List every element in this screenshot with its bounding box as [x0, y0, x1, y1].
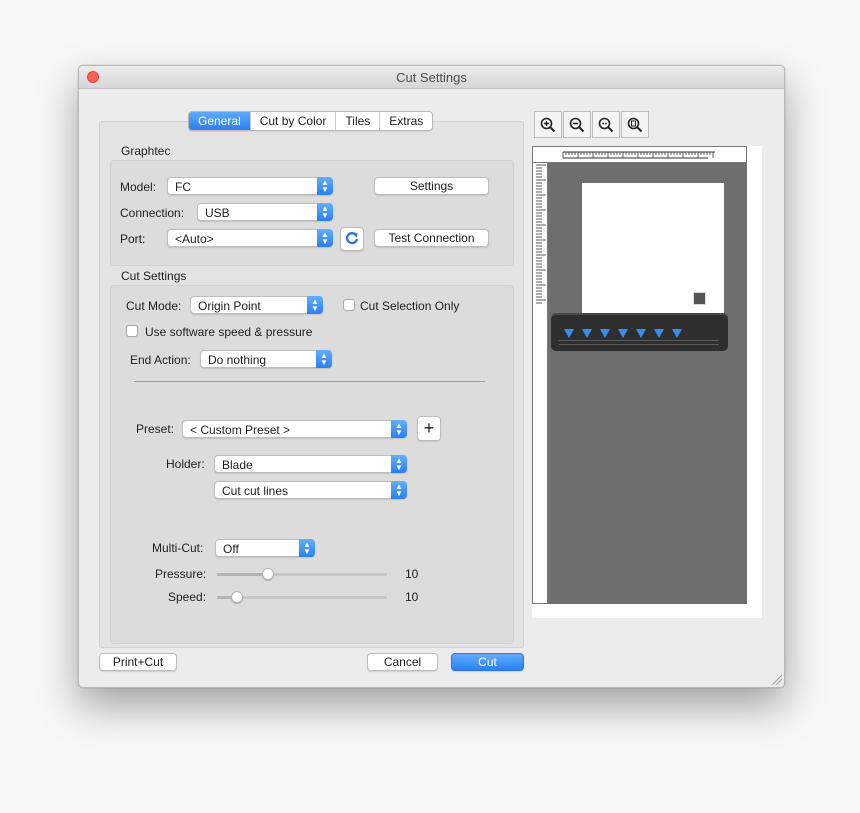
cut-mode-label: Cut Mode:	[126, 299, 182, 313]
roller-icon	[618, 329, 628, 338]
preset-select-value: < Custom Preset >	[190, 423, 291, 437]
chevron-updown-icon: ▲ ▼	[299, 539, 315, 557]
roller-icon	[672, 329, 682, 338]
zoom-page-button[interactable]	[621, 111, 649, 138]
speed-value: 10	[405, 590, 419, 604]
roller-icon	[582, 329, 592, 338]
chevron-updown-icon: ▲ ▼	[391, 481, 407, 499]
zoom-fit-icon	[598, 117, 614, 133]
zoom-in-icon	[540, 117, 556, 133]
preset-label: Preset:	[136, 422, 175, 436]
add-preset-button[interactable]: +	[417, 416, 441, 441]
tab-cut-by-color[interactable]: Cut by Color	[249, 112, 336, 130]
holder-select-value: Blade	[222, 458, 253, 472]
window-title: Cut Settings	[396, 70, 467, 85]
pressure-slider[interactable]	[217, 568, 387, 580]
graphtec-group-title: Graphtec	[121, 144, 171, 158]
roller-icon	[564, 329, 574, 338]
multicut-label: Multi-Cut:	[152, 541, 204, 555]
roller-icon	[654, 329, 664, 338]
ruler-ticks-vertical	[536, 164, 546, 304]
settings-panel: Graphtec Model: FC ▲ ▼ Settings Connectio…	[99, 121, 524, 648]
chevron-updown-icon: ▲ ▼	[391, 420, 407, 438]
holder-select[interactable]: Blade ▲ ▼	[214, 455, 407, 473]
chevron-updown-icon: ▲ ▼	[307, 296, 323, 314]
zoom-in-button[interactable]	[534, 111, 562, 138]
pressure-slider-fill	[217, 573, 268, 576]
speed-slider[interactable]	[217, 591, 387, 603]
tab-tiles[interactable]: Tiles	[335, 112, 379, 130]
plus-icon: +	[423, 418, 435, 438]
tab-bar: General Cut by Color Tiles Extras	[188, 111, 434, 131]
speed-slider-knob[interactable]	[231, 591, 243, 603]
preset-select[interactable]: < Custom Preset > ▲ ▼	[182, 420, 407, 438]
cut-settings-group: Cut Mode: Origin Point ▲ ▼ Cut Selection …	[110, 285, 514, 644]
cutter-head	[693, 292, 706, 305]
refresh-ports-button[interactable]	[340, 227, 364, 251]
cut-settings-group-title: Cut Settings	[121, 269, 187, 283]
end-action-label: End Action:	[130, 353, 191, 367]
print-cut-button[interactable]: Print+Cut	[99, 653, 177, 671]
ruler-horizontal	[532, 146, 747, 163]
graphtec-group: Model: FC ▲ ▼ Settings Connection: USB ▲ ▼…	[110, 160, 514, 266]
title-bar[interactable]: Cut Settings	[79, 66, 784, 89]
port-select-value: <Auto>	[175, 232, 214, 246]
connection-label: Connection:	[120, 206, 185, 220]
chevron-updown-icon: ▲ ▼	[391, 455, 407, 473]
use-software-speed-label: Use software speed & pressure	[145, 325, 313, 339]
tab-general[interactable]: General	[189, 112, 250, 130]
ruler-ticks-horizontal	[562, 151, 715, 159]
resize-grip-icon[interactable]	[770, 673, 782, 685]
cut-button[interactable]: Cut	[451, 653, 524, 671]
pressure-slider-knob[interactable]	[262, 568, 274, 580]
model-select-value: FC	[175, 180, 191, 194]
cut-mode-select[interactable]: Origin Point ▲ ▼	[190, 296, 323, 314]
zoom-page-icon	[627, 117, 643, 133]
end-action-select[interactable]: Do nothing ▲ ▼	[200, 350, 332, 368]
separator	[134, 381, 485, 382]
cut-type-select[interactable]: Cut cut lines ▲ ▼	[214, 481, 407, 499]
zoom-fit-button[interactable]	[592, 111, 620, 138]
chevron-updown-icon: ▲ ▼	[317, 177, 333, 195]
roller-icon	[636, 329, 646, 338]
connection-select[interactable]: USB ▲ ▼	[197, 203, 333, 221]
pressure-value: 10	[405, 567, 419, 581]
cut-type-select-value: Cut cut lines	[222, 484, 289, 498]
use-software-speed-checkbox[interactable]	[126, 325, 138, 337]
multicut-select-value: Off	[223, 542, 239, 556]
cut-selection-only-label: Cut Selection Only	[360, 299, 460, 313]
cut-settings-window: Cut Settings Graphtec Model: FC ▲ ▼ Setti…	[78, 65, 785, 688]
pressure-label: Pressure:	[155, 567, 207, 581]
model-select[interactable]: FC ▲ ▼	[167, 177, 333, 195]
chevron-updown-icon: ▲ ▼	[317, 203, 333, 221]
settings-button[interactable]: Settings	[374, 177, 489, 195]
speed-label: Speed:	[168, 590, 207, 604]
ruler-vertical	[532, 163, 548, 604]
roller-icon	[600, 329, 610, 338]
tab-extras[interactable]: Extras	[379, 112, 432, 130]
chevron-updown-icon: ▲ ▼	[317, 229, 333, 247]
cut-mat	[548, 163, 747, 604]
cancel-button[interactable]: Cancel	[367, 653, 438, 671]
chevron-updown-icon: ▲ ▼	[316, 350, 332, 368]
zoom-out-icon	[569, 117, 585, 133]
port-label: Port:	[120, 232, 146, 246]
multicut-select[interactable]: Off ▲ ▼	[215, 539, 315, 557]
model-label: Model:	[120, 180, 157, 194]
cut-mode-select-value: Origin Point	[198, 299, 261, 313]
zoom-out-button[interactable]	[563, 111, 591, 138]
port-select[interactable]: <Auto> ▲ ▼	[167, 229, 333, 247]
connection-select-value: USB	[205, 206, 230, 220]
holder-label: Holder:	[166, 457, 205, 471]
refresh-icon	[345, 232, 359, 245]
cutter-bar	[551, 313, 728, 351]
test-connection-button[interactable]: Test Connection	[374, 229, 489, 247]
cut-preview[interactable]	[532, 146, 762, 618]
end-action-select-value: Do nothing	[208, 353, 267, 367]
cut-selection-only-checkbox[interactable]	[343, 299, 355, 311]
